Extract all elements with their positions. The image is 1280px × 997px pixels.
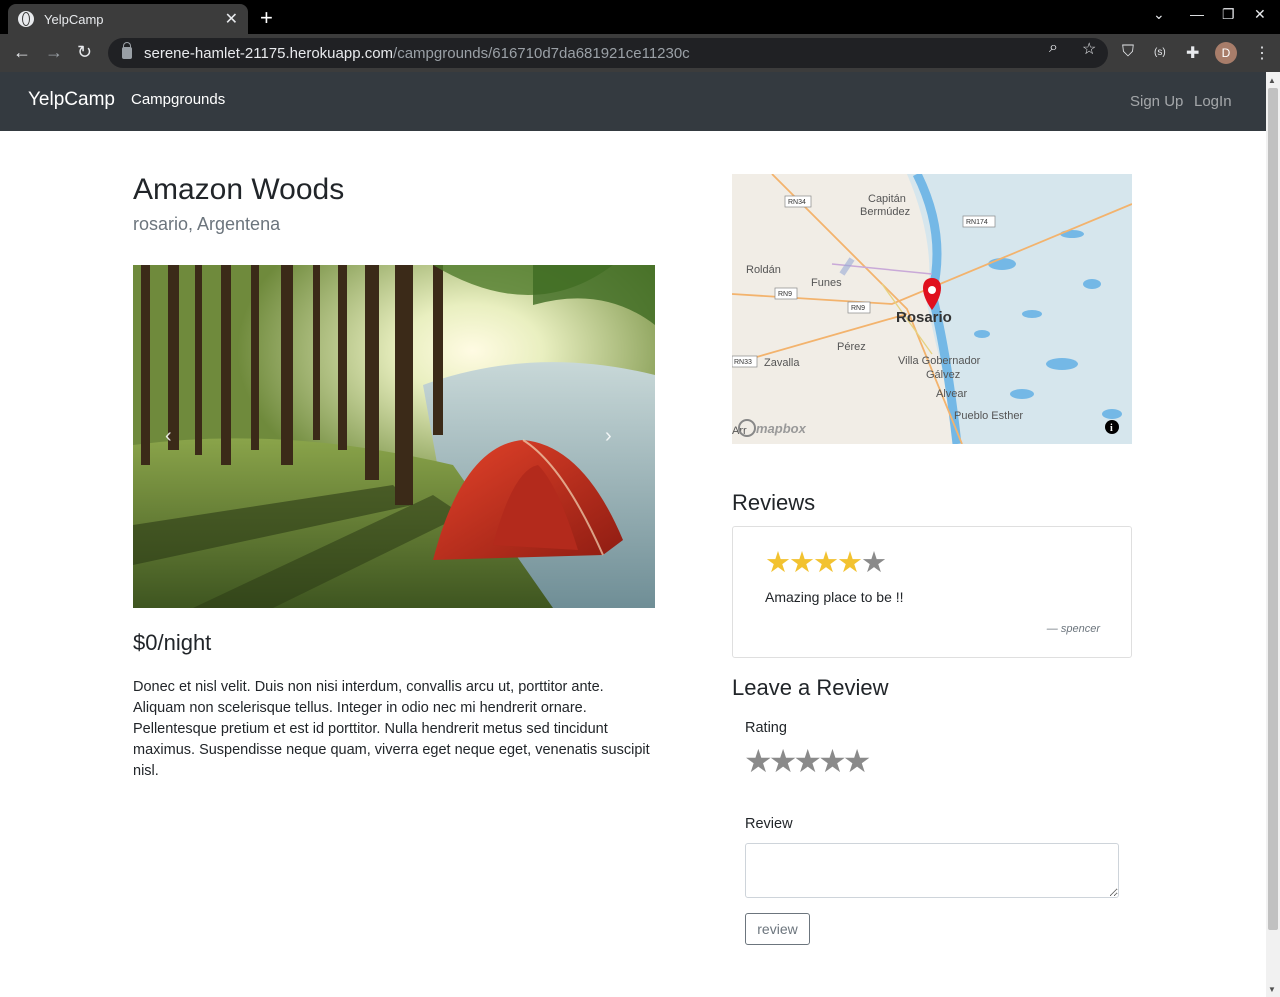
rating-star-5-icon[interactable]: ★ — [843, 743, 872, 779]
scroll-up-icon[interactable]: ▲ — [1268, 76, 1276, 85]
carousel-next-icon[interactable]: › — [605, 425, 612, 448]
url-path: /campgrounds/616710d7da681921ce11230c — [393, 44, 690, 62]
leave-review-heading: Leave a Review — [732, 675, 889, 700]
back-icon[interactable]: ← — [13, 42, 31, 63]
campground-photo — [133, 265, 655, 608]
lock-icon[interactable] — [122, 42, 132, 59]
zoom-icon[interactable]: ⌕ — [1049, 39, 1058, 57]
shield-extension-icon[interactable]: ⛉ — [1122, 43, 1134, 61]
review-textarea[interactable] — [745, 843, 1119, 898]
rating-label: Rating — [745, 720, 787, 736]
nav-signup[interactable]: Sign Up — [1130, 93, 1183, 110]
browser-tab-bar: YelpCamp ✕ + ⌄ — ❐ ✕ — [0, 0, 1280, 34]
globe-icon — [18, 11, 34, 27]
browser-toolbar: ← → ↻ serene-hamlet-21175.herokuapp.com /… — [0, 34, 1280, 72]
scrollbar-thumb[interactable] — [1268, 88, 1278, 930]
review-text: Amazing place to be !! — [765, 589, 904, 605]
review-star-rating: ★★★★★ — [765, 545, 887, 580]
rating-star-input[interactable]: ★★★★★ — [744, 742, 872, 780]
map-label-galvez: Gálvez — [926, 369, 960, 381]
mapbox-wordmark: mapbox — [756, 421, 807, 436]
review-label: Review — [745, 816, 793, 832]
minimize-icon[interactable]: — — [1190, 6, 1204, 22]
site-navbar: YelpCamp Campgrounds Sign Up LogIn — [0, 72, 1266, 131]
star-filled-icon: ★ — [813, 547, 839, 579]
review-card: ★★★★★ Amazing place to be !! — spencer — [732, 526, 1132, 658]
close-tab-icon[interactable]: ✕ — [225, 9, 238, 29]
map-city-label: Rosario — [896, 309, 952, 326]
new-tab-icon[interactable]: + — [260, 5, 273, 31]
puzzle-extensions-icon[interactable]: ✚ — [1186, 43, 1199, 63]
campground-description: Donec et nisl velit. Duis non nisi inter… — [133, 679, 650, 779]
forward-icon[interactable]: → — [45, 42, 63, 63]
map-road-rn9a: RN9 — [778, 291, 792, 298]
map-label-villa-gob: Villa Gobernador — [898, 355, 981, 367]
bookmark-star-icon[interactable]: ☆ — [1082, 39, 1096, 59]
address-bar[interactable]: serene-hamlet-21175.herokuapp.com/campgr… — [108, 38, 1108, 68]
map-road-rn174: RN174 — [966, 219, 988, 226]
map-road-rn9b: RN9 — [851, 305, 865, 312]
star-filled-icon: ★ — [765, 547, 791, 579]
rating-star-3-icon[interactable]: ★ — [793, 743, 822, 779]
review-author: — spencer — [1046, 623, 1100, 635]
map-road-rn33: RN33 — [734, 359, 752, 366]
menu-kebab-icon[interactable]: ⋮ — [1254, 43, 1270, 63]
map-canvas[interactable]: Capitán Bermúdez Roldán Funes Pérez Zava… — [732, 174, 1132, 444]
map-label-perez: Pérez — [837, 341, 866, 353]
location-map[interactable]: Capitán Bermúdez Roldán Funes Pérez Zava… — [732, 174, 1132, 444]
svg-text:i: i — [1110, 423, 1113, 434]
map-label-roldan: Roldán — [746, 264, 781, 276]
map-label-bermudez: Bermúdez — [860, 206, 910, 218]
map-label-funes: Funes — [811, 277, 842, 289]
rating-star-1-icon[interactable]: ★ — [744, 743, 773, 779]
star-filled-icon: ★ — [837, 547, 863, 579]
submit-review-button[interactable]: review — [745, 913, 810, 945]
carousel-prev-icon[interactable]: ‹ — [165, 425, 172, 448]
star-filled-icon: ★ — [789, 547, 815, 579]
close-window-icon[interactable]: ✕ — [1254, 6, 1266, 23]
campground-location: rosario, Argentena — [133, 214, 281, 234]
url-host: serene-hamlet-21175.herokuapp.com — [144, 44, 394, 62]
tab-search-icon[interactable]: ⌄ — [1153, 6, 1165, 23]
map-road-rn34: RN34 — [788, 199, 806, 206]
tab-title: YelpCamp — [44, 11, 104, 27]
nav-campgrounds[interactable]: Campgrounds — [131, 91, 225, 108]
rating-star-2-icon[interactable]: ★ — [769, 743, 798, 779]
rating-star-4-icon[interactable]: ★ — [818, 743, 847, 779]
map-label-pueblo: Pueblo Esther — [954, 410, 1023, 422]
reviews-heading: Reviews — [732, 490, 816, 515]
map-label-alvear: Alvear — [936, 388, 968, 400]
scroll-down-icon[interactable]: ▼ — [1268, 985, 1276, 994]
map-info-icon[interactable]: i — [1105, 420, 1119, 434]
star-empty-icon: ★ — [861, 547, 887, 579]
map-label-zavalla: Zavalla — [764, 357, 800, 369]
extension-icon[interactable]: (s) — [1154, 47, 1166, 58]
campground-title: Amazon Woods — [133, 173, 345, 206]
brand-link[interactable]: YelpCamp — [28, 89, 115, 111]
campground-price: $0/night — [133, 630, 212, 655]
profile-avatar[interactable]: D — [1215, 42, 1237, 64]
map-label-capitan: Capitán — [868, 193, 906, 205]
restore-icon[interactable]: ❐ — [1222, 6, 1235, 23]
image-carousel: ‹ › — [133, 265, 655, 608]
browser-tab[interactable]: YelpCamp ✕ — [8, 4, 248, 34]
nav-login[interactable]: LogIn — [1194, 93, 1232, 110]
reload-icon[interactable]: ↻ — [77, 42, 92, 63]
